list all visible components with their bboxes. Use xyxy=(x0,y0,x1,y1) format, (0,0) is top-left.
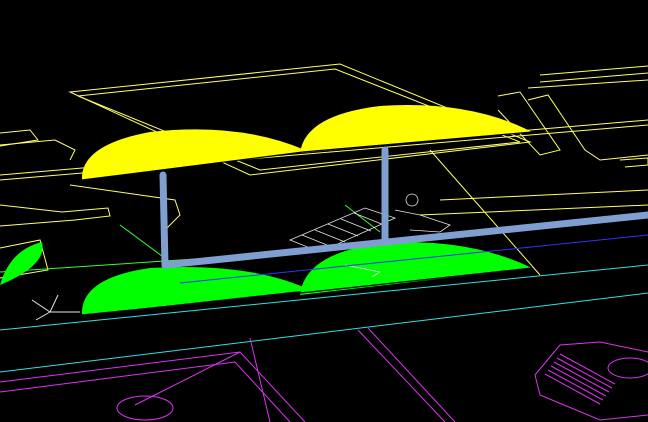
lower-dome-partial xyxy=(0,242,43,285)
cad-3d-viewport[interactable] xyxy=(0,0,648,422)
lower-dome-left xyxy=(81,266,310,315)
magenta-wireframe xyxy=(0,327,648,422)
ucs-icon xyxy=(31,294,80,321)
model-canvas xyxy=(0,63,648,422)
